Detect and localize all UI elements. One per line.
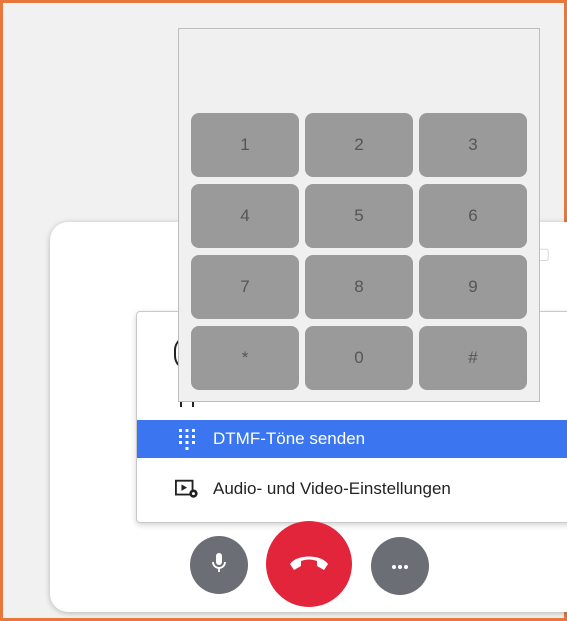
dialpad-key-hash[interactable]: #: [419, 326, 527, 390]
dialpad-key-2[interactable]: 2: [305, 113, 413, 177]
dialpad-key-3[interactable]: 3: [419, 113, 527, 177]
mute-button[interactable]: [190, 536, 248, 594]
dialpad-key-star[interactable]: *: [191, 326, 299, 390]
menu-item-dtmf[interactable]: DTMF-Töne senden: [137, 420, 567, 458]
dialpad-key-4[interactable]: 4: [191, 184, 299, 248]
more-options-button[interactable]: [371, 537, 429, 595]
av-settings-icon: [175, 477, 199, 501]
hang-up-icon: [287, 550, 331, 579]
dialpad-popup: 1 2 3 4 5 6 7 8 9 * 0 #: [178, 28, 540, 402]
dialpad-key-9[interactable]: 9: [419, 255, 527, 319]
menu-item-label: Audio- und Video-Einstellungen: [213, 479, 451, 498]
dialpad-key-0[interactable]: 0: [305, 326, 413, 390]
microphone-icon: [210, 551, 228, 580]
dialpad-key-1[interactable]: 1: [191, 113, 299, 177]
menu-item-label: DTMF-Töne senden: [213, 429, 366, 448]
dialpad-icon: [175, 427, 199, 451]
dialpad-key-7[interactable]: 7: [191, 255, 299, 319]
hang-up-button[interactable]: [266, 521, 352, 607]
more-icon: [390, 557, 410, 575]
menu-item-av-settings[interactable]: Audio- und Video-Einstellungen: [137, 470, 567, 508]
dialpad-key-5[interactable]: 5: [305, 184, 413, 248]
dialpad-key-8[interactable]: 8: [305, 255, 413, 319]
dialpad-key-6[interactable]: 6: [419, 184, 527, 248]
